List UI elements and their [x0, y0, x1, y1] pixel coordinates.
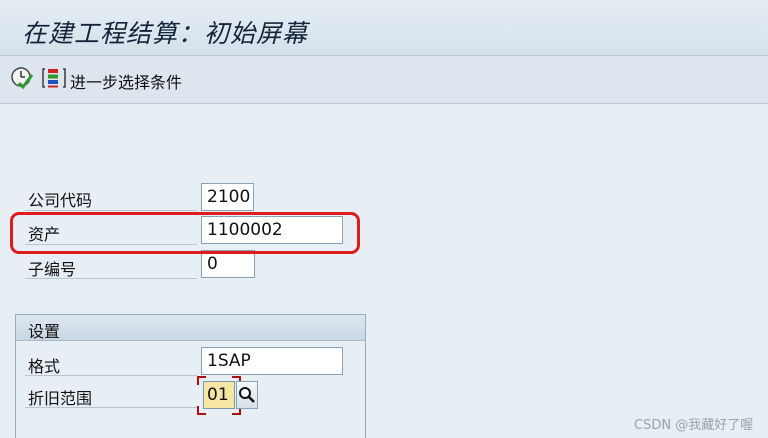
company-code-input[interactable]: 2100 [201, 183, 254, 211]
depreciation-area-label: 折旧范围 [28, 389, 93, 408]
layout-input[interactable]: 1SAP [201, 347, 343, 375]
execute-clock-icon[interactable] [10, 66, 34, 90]
more-selections-button[interactable]: 进一步选择条件 [70, 69, 182, 93]
sub-number-input[interactable]: 0 [201, 250, 255, 278]
search-help-button[interactable] [236, 381, 258, 409]
application-toolbar: 进一步选择条件 [0, 56, 768, 104]
settings-group-title: 设置 [28, 322, 61, 341]
watermark-text: CSDN @我藏好了喔 [634, 418, 754, 433]
screen-title: 在建工程结算：初始屏幕 [22, 19, 309, 48]
label-underline [25, 375, 197, 376]
focus-corner-marker [197, 406, 206, 415]
magnifier-search-icon [239, 387, 255, 403]
label-underline [25, 407, 197, 408]
settings-group: 设置 [15, 314, 366, 438]
sub-number-label: 子编号 [28, 260, 77, 279]
asset-highlight-box [10, 212, 360, 254]
layout-label: 格式 [28, 357, 61, 376]
label-underline [25, 210, 197, 211]
title-bar: 在建工程结算：初始屏幕 [0, 0, 768, 56]
settings-group-header: 设置 [16, 315, 365, 341]
company-code-label: 公司代码 [28, 191, 93, 210]
focus-corner-marker [197, 376, 206, 385]
multiple-selection-icon[interactable] [42, 66, 66, 90]
label-underline [25, 278, 197, 279]
depreciation-area-input[interactable]: 01 [203, 381, 235, 409]
